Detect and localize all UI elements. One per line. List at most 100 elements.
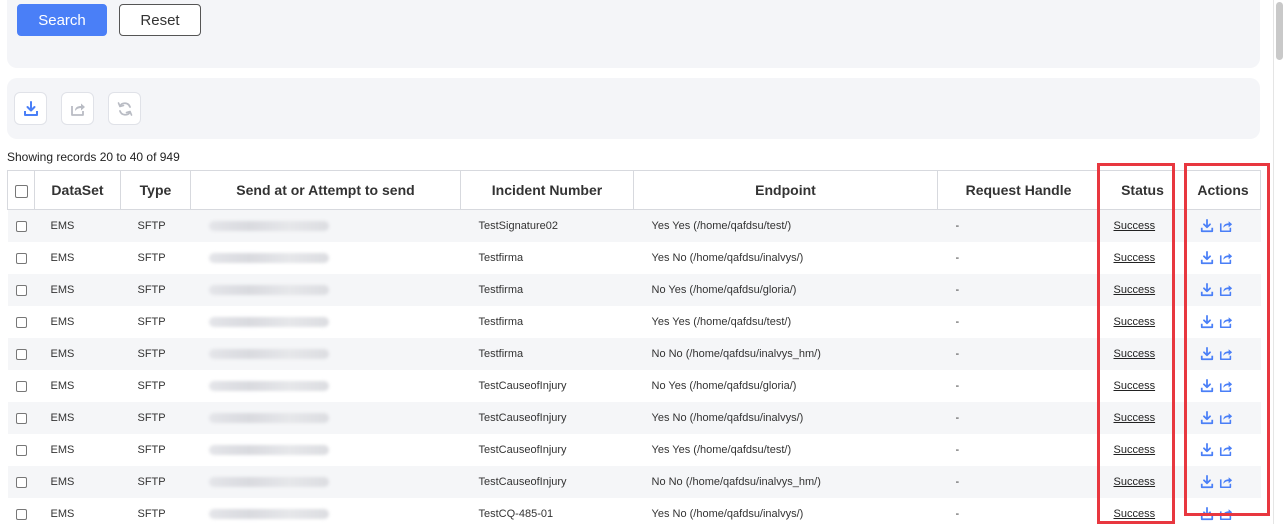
status-link[interactable]: Success xyxy=(1114,412,1156,424)
cell-endpoint: Yes No (/home/qafdsu/inalvys/) xyxy=(633,402,938,434)
export-icon[interactable] xyxy=(1219,507,1233,521)
row-checkbox[interactable] xyxy=(15,508,27,520)
redacted-timestamp xyxy=(208,413,329,424)
header-dataset[interactable]: DataSet xyxy=(34,170,121,210)
cell-request-handle: - xyxy=(937,370,1100,402)
header-incident-number[interactable]: Incident Number xyxy=(460,170,634,210)
download-icon[interactable] xyxy=(1200,219,1214,233)
download-icon[interactable] xyxy=(1200,379,1214,393)
row-checkbox[interactable] xyxy=(15,412,27,424)
table-header-row: DataSet Type Send at or Attempt to send … xyxy=(7,170,1261,210)
status-link[interactable]: Success xyxy=(1114,316,1156,328)
cell-send-at xyxy=(190,242,461,274)
download-icon[interactable] xyxy=(1200,315,1214,329)
status-link[interactable]: Success xyxy=(1114,220,1156,232)
cell-request-handle: - xyxy=(937,498,1100,530)
records-table: DataSet Type Send at or Attempt to send … xyxy=(7,170,1261,530)
cell-type: SFTP xyxy=(120,242,191,274)
vertical-scrollbar[interactable] xyxy=(1273,0,1285,524)
table-row: EMS SFTP Testfirma Yes No (/home/qafdsu/ina… xyxy=(7,242,1261,274)
download-icon[interactable] xyxy=(1200,347,1214,361)
row-checkbox-cell xyxy=(7,434,35,466)
cell-request-handle: - xyxy=(937,402,1100,434)
cell-status: Success xyxy=(1099,274,1186,306)
status-link[interactable]: Success xyxy=(1114,348,1156,360)
export-icon[interactable] xyxy=(1219,251,1233,265)
cell-request-handle: - xyxy=(937,209,1100,242)
export-icon[interactable] xyxy=(1219,475,1233,489)
header-status[interactable]: Status xyxy=(1099,170,1186,210)
reset-button[interactable]: Reset xyxy=(119,4,201,36)
cell-dataset: EMS xyxy=(34,498,121,530)
cell-status: Success xyxy=(1099,338,1186,370)
row-checkbox[interactable] xyxy=(15,444,27,456)
download-icon[interactable] xyxy=(1200,443,1214,457)
cell-endpoint: Yes No (/home/qafdsu/inalvys/) xyxy=(633,498,938,530)
download-icon[interactable] xyxy=(1200,283,1214,297)
export-icon[interactable] xyxy=(1219,283,1233,297)
cell-request-handle: - xyxy=(937,306,1100,338)
download-icon[interactable] xyxy=(1200,475,1214,489)
status-link[interactable]: Success xyxy=(1114,444,1156,456)
cell-incident-number: TestSignature02 xyxy=(460,209,634,242)
cell-status: Success xyxy=(1099,306,1186,338)
row-checkbox[interactable] xyxy=(15,348,27,360)
redacted-timestamp xyxy=(208,445,329,456)
row-checkbox[interactable] xyxy=(15,316,27,328)
cell-endpoint: Yes Yes (/home/qafdsu/test/) xyxy=(633,306,938,338)
search-button[interactable]: Search xyxy=(17,4,107,36)
cell-dataset: EMS xyxy=(34,242,121,274)
download-icon[interactable] xyxy=(1200,411,1214,425)
redacted-timestamp xyxy=(208,381,329,392)
cell-send-at xyxy=(190,209,461,242)
download-button[interactable] xyxy=(14,92,47,125)
export-icon[interactable] xyxy=(1219,443,1233,457)
status-link[interactable]: Success xyxy=(1114,252,1156,264)
row-checkbox[interactable] xyxy=(15,380,27,392)
export-icon[interactable] xyxy=(1219,411,1233,425)
cell-type: SFTP xyxy=(120,498,191,530)
table-toolbar xyxy=(7,78,1260,139)
cell-incident-number: Testfirma xyxy=(460,338,634,370)
cell-type: SFTP xyxy=(120,274,191,306)
download-icon[interactable] xyxy=(1200,507,1214,521)
cell-dataset: EMS xyxy=(34,274,121,306)
cell-send-at xyxy=(190,306,461,338)
row-checkbox[interactable] xyxy=(15,220,27,232)
row-checkbox[interactable] xyxy=(15,476,27,488)
cell-request-handle: - xyxy=(937,434,1100,466)
cell-status: Success xyxy=(1099,209,1186,242)
header-type[interactable]: Type xyxy=(120,170,191,210)
header-endpoint[interactable]: Endpoint xyxy=(633,170,938,210)
cell-actions xyxy=(1185,402,1261,434)
cell-dataset: EMS xyxy=(34,338,121,370)
scrollbar-thumb[interactable] xyxy=(1276,2,1283,60)
status-link[interactable]: Success xyxy=(1114,476,1156,488)
cell-dataset: EMS xyxy=(34,370,121,402)
status-link[interactable]: Success xyxy=(1114,380,1156,392)
export-button[interactable] xyxy=(61,92,94,125)
export-icon[interactable] xyxy=(1219,315,1233,329)
row-checkbox-cell xyxy=(7,498,35,530)
row-checkbox-cell xyxy=(7,338,35,370)
select-all-checkbox[interactable] xyxy=(14,184,28,198)
refresh-button[interactable] xyxy=(108,92,141,125)
header-send-at[interactable]: Send at or Attempt to send xyxy=(190,170,461,210)
status-link[interactable]: Success xyxy=(1114,284,1156,296)
export-icon[interactable] xyxy=(1219,347,1233,361)
header-request-handle[interactable]: Request Handle xyxy=(937,170,1100,210)
export-icon[interactable] xyxy=(1219,219,1233,233)
cell-dataset: EMS xyxy=(34,402,121,434)
cell-endpoint: No Yes (/home/qafdsu/gloria/) xyxy=(633,370,938,402)
row-checkbox[interactable] xyxy=(15,284,27,296)
status-link[interactable]: Success xyxy=(1114,508,1156,520)
export-icon[interactable] xyxy=(1219,379,1233,393)
cell-status: Success xyxy=(1099,370,1186,402)
redacted-timestamp xyxy=(208,317,329,328)
cell-incident-number: TestCauseofInjury xyxy=(460,466,634,498)
cell-dataset: EMS xyxy=(34,306,121,338)
row-checkbox[interactable] xyxy=(15,252,27,264)
cell-request-handle: - xyxy=(937,274,1100,306)
download-icon[interactable] xyxy=(1200,251,1214,265)
cell-send-at xyxy=(190,338,461,370)
